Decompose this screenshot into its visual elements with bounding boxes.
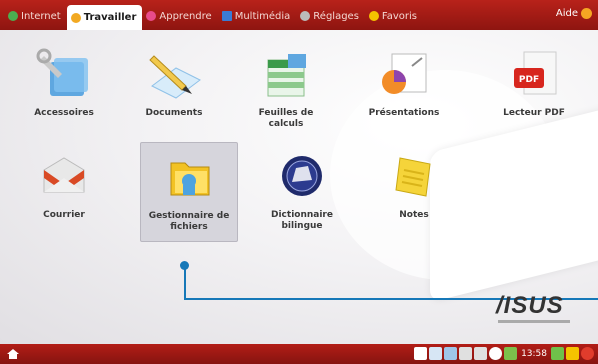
usb-icon[interactable] [444,347,458,360]
svg-text:PDF: PDF [519,75,539,85]
document-pencil-icon [146,46,202,102]
tab-reglages[interactable]: Réglages [296,5,365,27]
app-gestionnaire-de-fichiers[interactable]: Gestionnaire de fichiers [140,142,238,242]
folder-icon [161,149,217,205]
mail-icon [36,148,92,204]
app-label: Dictionnaire bilingue [271,210,333,231]
tab-label: Internet [21,10,61,22]
app-label: Courrier [43,210,85,220]
app-label: Lecteur PDF [503,108,565,118]
update-icon[interactable] [566,347,579,360]
app-courrier[interactable]: Courrier [18,142,110,242]
help-label: Aide [555,8,578,19]
tab-favoris[interactable]: Favoris [365,5,423,27]
app-notes[interactable]: Notes [368,142,460,242]
tab-internet[interactable]: Internet [4,5,67,27]
book-icon [146,11,157,21]
pdf-icon: PDF [506,46,562,102]
power-icon[interactable] [581,347,594,360]
dictionary-icon [274,148,330,204]
tools-icon [36,46,92,102]
app-label: Notes [399,210,429,220]
tab-label: Apprendre [159,10,212,22]
tab-label: Réglages [313,10,359,22]
battery-icon[interactable] [504,347,518,360]
globe-icon [8,11,18,21]
system-tray: 13:58 [414,347,594,360]
star-icon [368,11,379,21]
wifi-icon[interactable] [551,347,564,360]
category-tab-bar: Internet Travailler Apprendre Multimédia… [0,0,598,30]
home-icon[interactable] [6,347,20,361]
settings-icon [300,11,311,21]
help-button[interactable]: Aide [556,8,592,19]
tab-label: Travailler [83,12,137,23]
work-icon [70,12,81,23]
launcher-area: Accessoires Documents Feuilles de calcul… [0,30,598,344]
language-icon[interactable] [474,347,488,360]
app-label: Feuilles de calculs [258,108,314,129]
app-lecteur-pdf[interactable]: PDF Lecteur PDF [488,40,580,140]
tab-label: Multimédia [234,10,291,22]
volume-icon[interactable] [489,347,503,360]
logo-tagline [498,320,570,323]
network-icon[interactable] [414,347,428,360]
keyboard-icon[interactable] [429,347,443,360]
display-icon[interactable] [459,347,473,360]
presentation-icon [376,46,432,102]
spreadsheet-icon [258,46,314,102]
app-documents[interactable]: Documents [128,40,220,140]
asus-logo: /ISUS [496,292,564,319]
app-label: Présentations [368,108,440,118]
app-label: Accessoires [34,108,94,118]
film-icon [221,11,232,21]
app-presentations[interactable]: Présentations [358,40,450,140]
tab-travailler[interactable]: Travailler [66,5,143,30]
taskbar: 13:58 [0,344,598,364]
app-accessoires[interactable]: Accessoires [18,40,110,140]
app-label: Documents [145,108,203,118]
tab-label: Favoris [381,10,418,22]
app-dictionnaire-bilingue[interactable]: Dictionnaire bilingue [256,142,348,242]
app-label: Gestionnaire de fichiers [148,211,230,232]
help-icon [581,8,592,19]
tab-multimedia[interactable]: Multimédia [218,5,297,27]
notes-icon [386,148,442,204]
app-feuilles-de-calculs[interactable]: Feuilles de calculs [240,40,332,140]
clock: 13:58 [521,348,547,359]
tab-apprendre[interactable]: Apprendre [142,5,217,27]
